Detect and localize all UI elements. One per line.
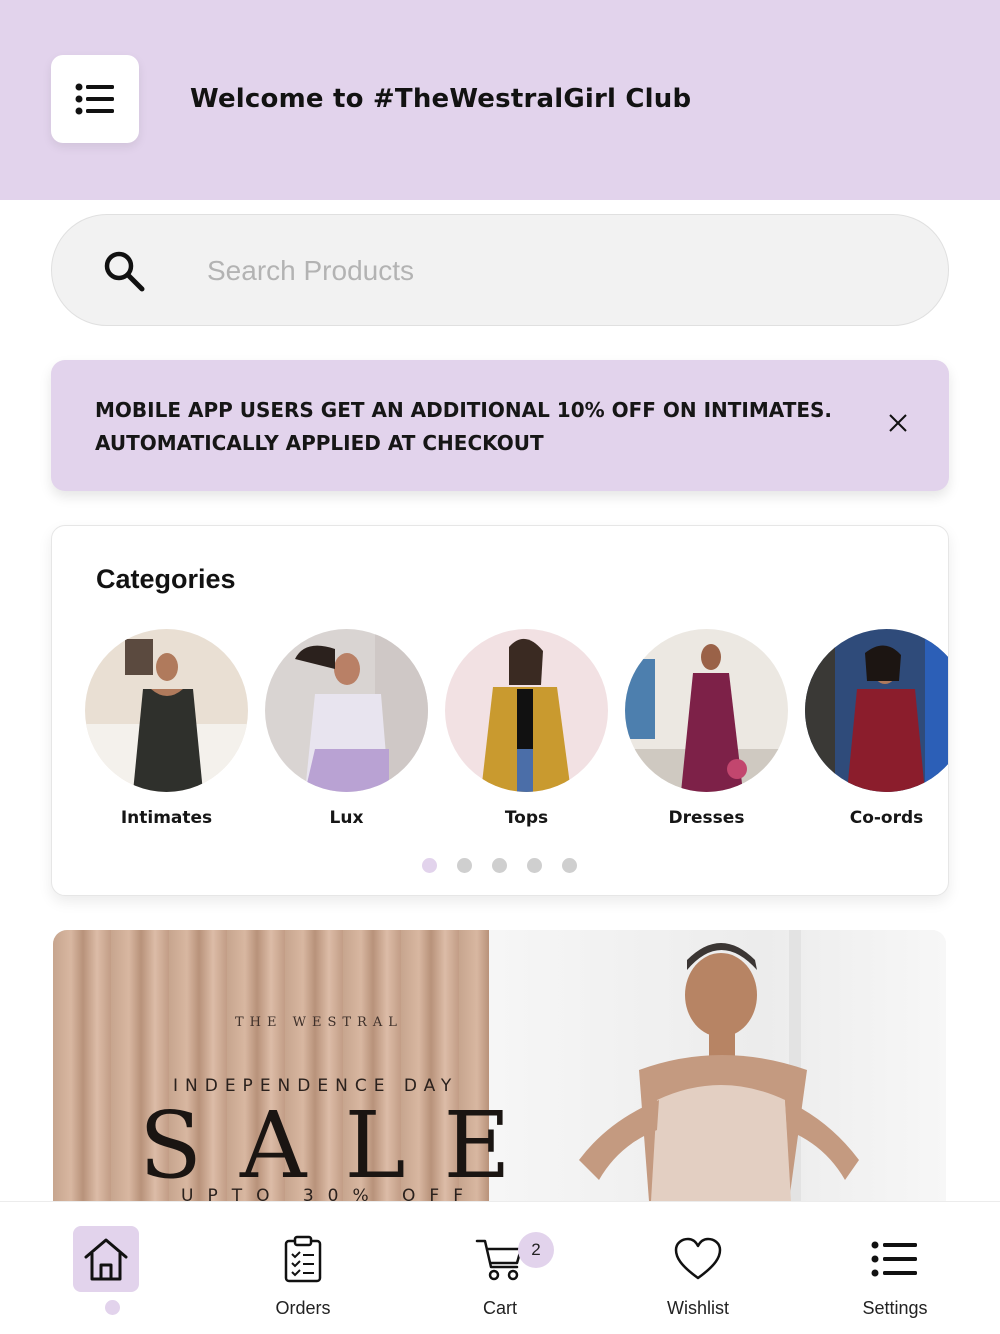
category-item-lux[interactable]: Lux xyxy=(265,629,428,828)
cart-icon xyxy=(475,1239,523,1281)
category-item-co-ords[interactable]: Co-ords xyxy=(805,629,948,828)
nav-settings-icon-wrap xyxy=(862,1226,928,1292)
search-icon[interactable] xyxy=(102,249,146,293)
bottom-nav: Orders 2 Cart Wishlist Settings xyxy=(0,1201,1000,1334)
sale-headline: SALE xyxy=(139,1092,549,1199)
nav-settings[interactable]: Settings xyxy=(795,1202,995,1334)
category-label: Dresses xyxy=(668,808,745,828)
pagination-dot[interactable] xyxy=(562,858,577,873)
categories-title: Categories xyxy=(96,564,236,594)
sale-banner[interactable]: THE WESTRAL INDEPENDENCE DAY SALE UPTO 3… xyxy=(53,930,946,1201)
nav-label: Wishlist xyxy=(667,1298,729,1318)
pagination-dot[interactable] xyxy=(457,858,472,873)
category-label: Co-ords xyxy=(849,808,924,828)
category-item-dresses[interactable]: Dresses xyxy=(625,629,788,828)
nav-orders[interactable]: Orders xyxy=(203,1202,403,1334)
promo-line-1: MOBILE APP USERS GET AN ADDITIONAL 10% O… xyxy=(95,398,833,422)
active-indicator-dot xyxy=(105,1300,120,1315)
clipboard-icon xyxy=(284,1235,322,1283)
header-title: Welcome to #TheWestralGirl Club xyxy=(190,84,692,114)
nav-label: Orders xyxy=(275,1298,331,1318)
category-image-tops xyxy=(445,629,608,792)
nav-label: Settings xyxy=(862,1298,928,1318)
promo-line-2: AUTOMATICALLY APPLIED AT CHECKOUT xyxy=(95,431,544,455)
sale-banner-model-photo xyxy=(489,930,946,1201)
close-icon xyxy=(889,414,907,432)
sale-brand-text: THE WESTRAL xyxy=(235,1015,403,1030)
category-image-lux xyxy=(265,629,428,792)
category-item-tops[interactable]: Tops xyxy=(445,629,608,828)
category-image-dresses xyxy=(625,629,788,792)
promo-close-button[interactable] xyxy=(881,406,915,440)
sale-offer: UPTO 30% OFF xyxy=(181,1186,477,1201)
category-label: Tops xyxy=(504,808,549,828)
nav-wishlist[interactable]: Wishlist xyxy=(598,1202,798,1334)
promo-banner: MOBILE APP USERS GET AN ADDITIONAL 10% O… xyxy=(51,360,949,491)
app-header: Welcome to #TheWestralGirl Club xyxy=(0,0,1000,200)
pagination-dot[interactable] xyxy=(492,858,507,873)
search-bar[interactable] xyxy=(51,214,949,326)
search-input[interactable] xyxy=(207,247,887,295)
list-menu-icon xyxy=(75,83,114,115)
category-label: Intimates xyxy=(120,808,213,828)
nav-home-icon-wrap xyxy=(73,1226,139,1292)
pagination-dot-active[interactable] xyxy=(422,858,437,873)
nav-label: Cart xyxy=(482,1298,517,1318)
nav-cart[interactable]: 2 Cart xyxy=(400,1202,600,1334)
nav-wishlist-icon-wrap xyxy=(665,1226,731,1292)
carousel-pagination xyxy=(422,858,577,873)
heart-icon xyxy=(674,1237,722,1280)
menu-button[interactable] xyxy=(51,55,139,143)
cart-count-badge: 2 xyxy=(518,1232,554,1268)
promo-text: MOBILE APP USERS GET AN ADDITIONAL 10% O… xyxy=(95,394,835,460)
nav-orders-icon-wrap xyxy=(270,1226,336,1292)
category-image-intimates xyxy=(85,629,248,792)
category-image-co-ords xyxy=(805,629,948,792)
categories-card: Categories Intimates Lux Tops Dresses Co… xyxy=(51,525,949,896)
home-icon xyxy=(84,1238,128,1281)
category-item-intimates[interactable]: Intimates xyxy=(85,629,248,828)
pagination-dot[interactable] xyxy=(527,858,542,873)
nav-home[interactable] xyxy=(6,1202,206,1334)
list-menu-icon xyxy=(871,1241,917,1277)
category-label: Lux xyxy=(329,808,364,828)
